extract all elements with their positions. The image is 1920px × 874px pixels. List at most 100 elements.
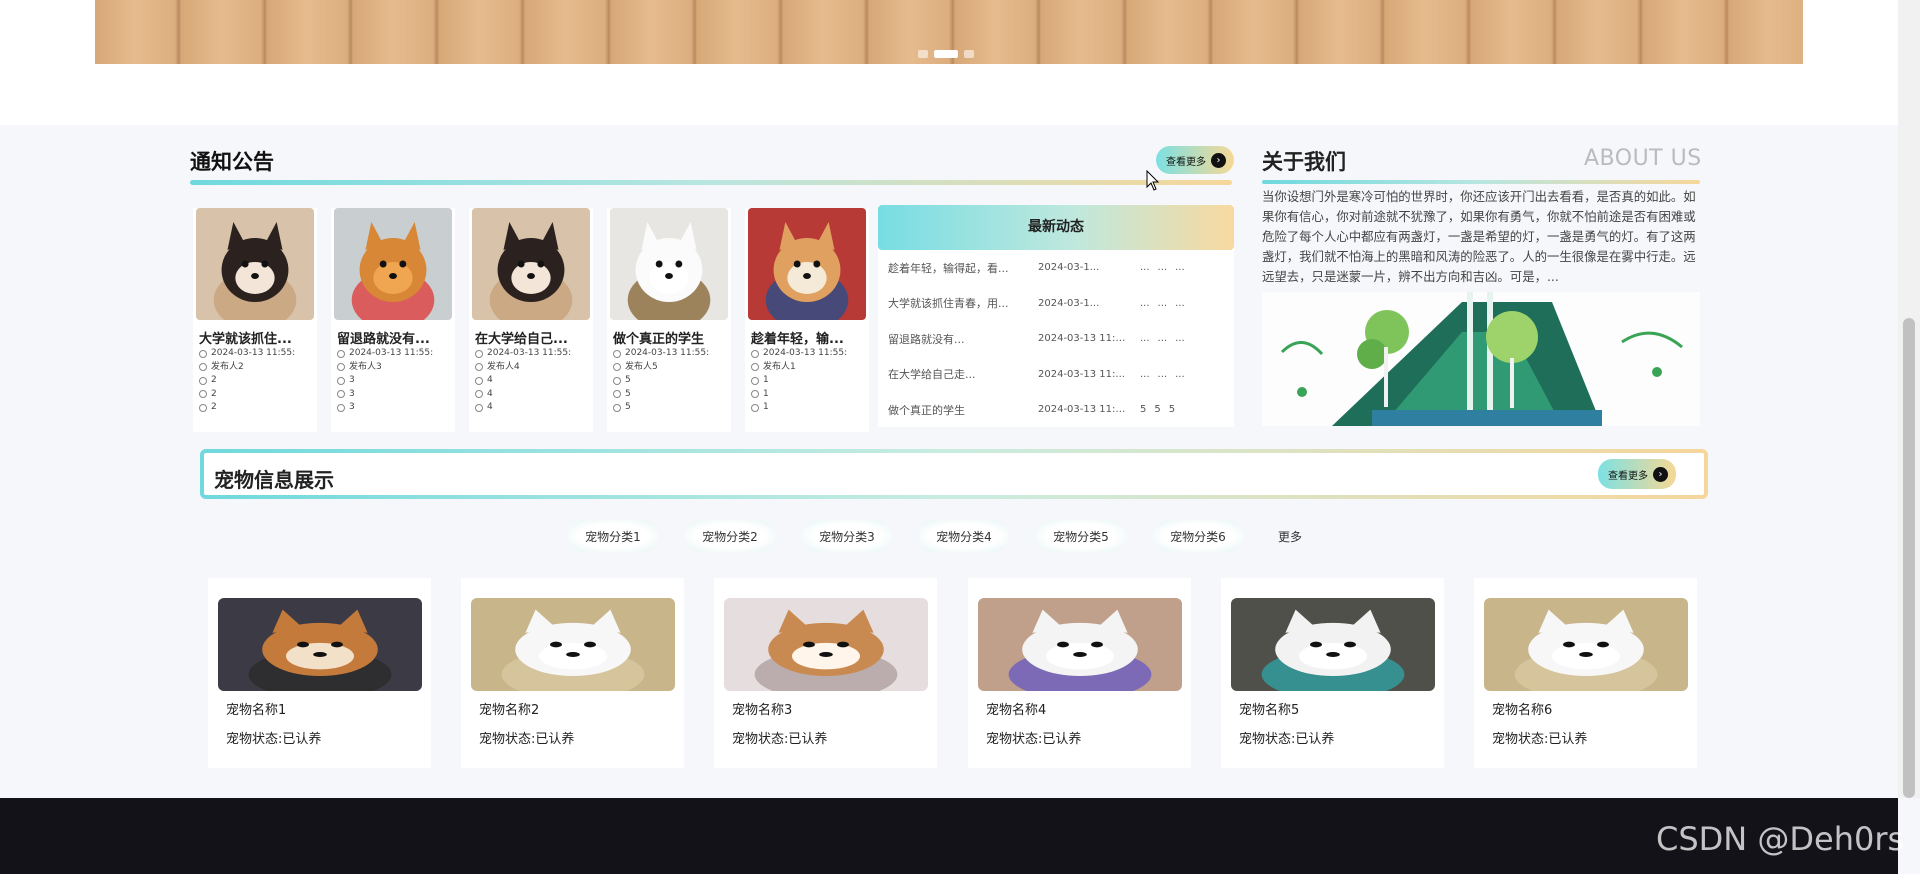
notice-more-button[interactable]: 查看更多 ›	[1156, 146, 1234, 174]
notice-publisher: 发布人3	[337, 361, 455, 375]
news-title[interactable]: 做个真正的学生	[888, 402, 1028, 418]
pet-category-tab[interactable]: 宠物分类4	[919, 520, 1009, 552]
arrow-right-icon: ›	[1653, 466, 1668, 482]
notice-card[interactable]: 留退路就没有... 2024-03-13 11:55: 发布人3 3 3 3	[331, 208, 455, 432]
carousel-dot[interactable]	[918, 50, 928, 58]
pet-image[interactable]	[218, 598, 422, 691]
news-favs: ...	[1157, 297, 1168, 309]
pet-image[interactable]	[978, 598, 1182, 691]
scrollbar-thumb[interactable]	[1903, 318, 1915, 798]
news-comments: ...	[1175, 297, 1185, 309]
news-title[interactable]: 在大学给自己走...	[888, 366, 1028, 382]
notice-title[interactable]: 留退路就没有...	[337, 328, 449, 347]
carousel-dot[interactable]	[964, 50, 974, 58]
notice-card[interactable]: 大学就该抓住... 2024-03-13 11:55: 发布人2 2 2 2	[193, 208, 317, 432]
pet-category-tab[interactable]: 更多	[1270, 520, 1310, 552]
news-row[interactable]: 留退路就没有... 2024-03-13 11:5... ... ... ...	[878, 321, 1234, 357]
mouse-cursor-icon	[1146, 170, 1160, 191]
thumb-up-icon	[199, 376, 207, 385]
notice-card[interactable]: 在大学给自己... 2024-03-13 11:55: 发布人4 4 4 4	[469, 208, 593, 432]
pet-category-tab[interactable]: 宠物分类5	[1036, 520, 1126, 552]
clock-icon	[751, 349, 759, 358]
news-comments: ...	[1175, 333, 1185, 345]
notice-publisher: 发布人5	[613, 361, 731, 375]
about-text: 当你设想门外是寒冷可怕的世界时，你还应该开门出去看看，是否真的如此。如果你有信心…	[1262, 189, 1696, 284]
news-row[interactable]: 做个真正的学生 2024-03-13 11:55:25 5 5 5	[878, 392, 1234, 428]
pet-status: 宠物状态:已认养	[986, 732, 1082, 747]
pet-card[interactable]: 宠物名称4 宠物状态:已认养	[968, 578, 1191, 768]
about-illustration	[1262, 292, 1700, 426]
user-icon	[475, 363, 483, 372]
pet-card[interactable]: 宠物名称1 宠物状态:已认养	[208, 578, 431, 768]
notice-title[interactable]: 趁着年轻，输...	[751, 328, 863, 347]
news-title[interactable]: 大学就该抓住青春，用...	[888, 295, 1028, 311]
heart-icon	[475, 390, 483, 399]
news-title[interactable]: 趁着年轻，输得起，看...	[888, 260, 1028, 276]
comment-icon	[751, 403, 759, 412]
pet-category-tab[interactable]: 宠物分类1	[568, 520, 658, 552]
pet-name: 宠物名称6	[1492, 703, 1553, 718]
notice-comments: 3	[337, 401, 455, 415]
notice-image[interactable]	[748, 208, 866, 320]
notice-image[interactable]	[610, 208, 728, 320]
notice-card[interactable]: 趁着年轻，输... 2024-03-13 11:55: 发布人1 1 1 1	[745, 208, 869, 432]
pet-card[interactable]: 宠物名称6 宠物状态:已认养	[1474, 578, 1697, 768]
pet-category-tab[interactable]: 宠物分类3	[802, 520, 892, 552]
pet-category-tab[interactable]: 宠物分类2	[685, 520, 775, 552]
news-likes: ...	[1140, 297, 1150, 309]
clock-icon	[337, 349, 345, 358]
pet-card[interactable]: 宠物名称3 宠物状态:已认养	[714, 578, 937, 768]
notice-image[interactable]	[196, 208, 314, 320]
carousel-dots	[918, 50, 974, 58]
clock-icon	[199, 349, 207, 358]
news-stats: ... ... ...	[1140, 369, 1185, 380]
pet-status: 宠物状态:已认养	[1492, 732, 1588, 747]
news-title[interactable]: 留退路就没有...	[888, 331, 1028, 347]
pet-image[interactable]	[1484, 598, 1688, 691]
news-comments: ...	[1175, 368, 1185, 380]
user-icon	[751, 363, 759, 372]
more-button-label: 查看更多	[1608, 470, 1648, 482]
news-stats: ... ... ...	[1140, 333, 1185, 344]
news-stats: ... ... ...	[1140, 262, 1185, 273]
notice-comments: 5	[613, 401, 731, 415]
pet-more-button[interactable]: 查看更多 ›	[1598, 459, 1676, 489]
thumb-up-icon	[337, 376, 345, 385]
news-row[interactable]: 大学就该抓住青春，用... 2024-03-1... ... ... ...	[878, 286, 1234, 322]
notice-title[interactable]: 在大学给自己...	[475, 328, 587, 347]
pet-category-tab[interactable]: 宠物分类6	[1153, 520, 1243, 552]
pet-name: 宠物名称3	[732, 703, 793, 718]
notice-date: 2024-03-13 11:55:	[613, 347, 731, 361]
notice-likes: 2	[199, 374, 317, 388]
pet-image[interactable]	[471, 598, 675, 691]
pet-card[interactable]: 宠物名称2 宠物状态:已认养	[461, 578, 684, 768]
news-favs: ...	[1157, 262, 1168, 274]
notice-date: 2024-03-13 11:55:	[337, 347, 455, 361]
arrow-right-icon: ›	[1211, 152, 1226, 168]
notice-card[interactable]: 做个真正的学生 2024-03-13 11:55: 发布人5 5 5 5	[607, 208, 731, 432]
pet-section-title: 宠物信息展示	[214, 468, 334, 492]
news-date: 2024-03-13 11:5...	[1038, 333, 1130, 345]
pet-image[interactable]	[724, 598, 928, 691]
pet-card[interactable]: 宠物名称5 宠物状态:已认养	[1221, 578, 1444, 768]
news-favs: ...	[1157, 368, 1168, 380]
notice-favs: 2	[199, 388, 317, 402]
notice-image[interactable]	[472, 208, 590, 320]
notice-title[interactable]: 做个真正的学生	[613, 328, 725, 347]
carousel-dot-active[interactable]	[934, 50, 958, 58]
notice-comments: 2	[199, 401, 317, 415]
comment-icon	[199, 403, 207, 412]
news-comments: 5	[1168, 404, 1176, 416]
pet-image[interactable]	[1231, 598, 1435, 691]
about-underline	[1262, 180, 1700, 184]
notice-comments: 1	[751, 401, 869, 415]
pet-section-bar: 宠物信息展示	[200, 449, 1708, 499]
notice-likes: 4	[475, 374, 593, 388]
news-row[interactable]: 趁着年轻，输得起，看... 2024-03-1... ... ... ...	[878, 250, 1234, 286]
notice-title[interactable]: 大学就该抓住...	[199, 328, 311, 347]
notice-comments: 4	[475, 401, 593, 415]
news-row[interactable]: 在大学给自己走... 2024-03-13 11:... ... ... ...	[878, 357, 1234, 393]
notice-image[interactable]	[334, 208, 452, 320]
news-likes: ...	[1140, 368, 1150, 380]
notice-likes: 3	[337, 374, 455, 388]
